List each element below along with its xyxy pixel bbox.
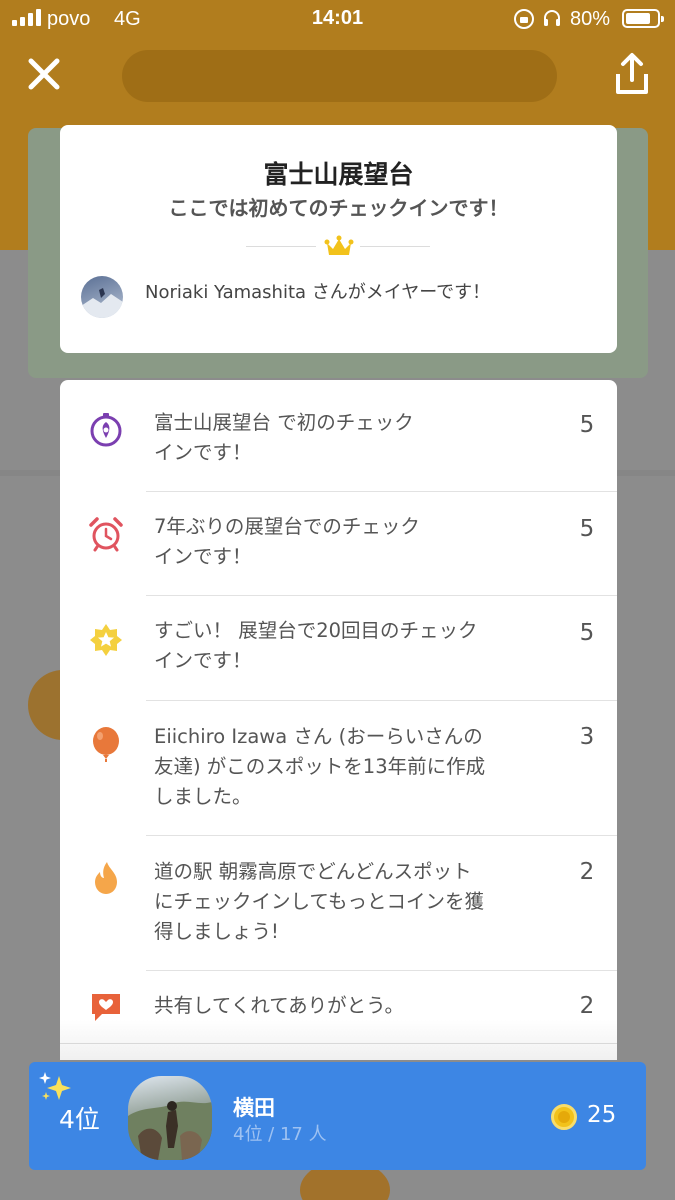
close-icon[interactable] — [22, 52, 66, 96]
battery-percent: 80% — [570, 8, 611, 30]
venue-title: 富士山展望台 — [263, 160, 414, 189]
battery-icon — [622, 9, 664, 28]
rotation-lock-icon — [514, 9, 534, 29]
coin-icon — [551, 1104, 577, 1130]
venue-card: 富士山展望台 ここでは初めてのチェックインです！ Noriaki Yamashi… — [60, 125, 617, 353]
crown-icon — [324, 235, 354, 255]
list-item-text: インです！ — [154, 545, 252, 568]
list-item-text: にチェックインしてもっとコインを獲 — [154, 890, 484, 913]
list-item-text: Eiichiro Izawa さん (おーらいさんの — [154, 725, 483, 748]
status-bar: povo 4G 14:01 80% — [0, 0, 675, 40]
list-item-text: インです！ — [154, 441, 252, 464]
divider — [360, 246, 430, 247]
list-item-text: 得しましょう! — [154, 920, 279, 943]
list-item-points: 5 — [579, 620, 595, 646]
bonus-list: 富士山展望台 で初のチェック インです！ 5 7年ぶりの展望台でのチェック イン… — [60, 380, 617, 1060]
list-item-text: 富士山展望台 で初のチェック — [154, 411, 414, 434]
list-item-text: 友達) がこのスポットを13年前に作成 — [154, 755, 486, 778]
background-search-bar — [122, 50, 557, 102]
list-item: すごい！ 展望台で20回目のチェック インです！ 5 — [60, 596, 617, 701]
list-item-text: インです！ — [154, 649, 252, 672]
share-icon[interactable] — [610, 52, 654, 98]
list-item-text: しました。 — [154, 785, 252, 808]
mayor-text: Noriaki Yamashita さんがメイヤーです！ — [145, 282, 491, 303]
list-item-text: 道の駅 朝霧高原でどんどんスポット — [154, 860, 472, 883]
list-item: 富士山展望台 で初のチェック インです！ 5 — [60, 380, 617, 492]
scroll-fade — [60, 1020, 617, 1060]
rank-label: 4位 — [59, 1105, 100, 1134]
list-item-points: 3 — [579, 724, 595, 750]
balloon-icon — [93, 727, 119, 762]
list-item-text: すごい！ 展望台で20回目のチェック — [154, 619, 478, 642]
list-item-points: 5 — [579, 516, 595, 542]
compass-icon — [90, 413, 122, 447]
first-checkin-message: ここでは初めてのチェックインです！ — [168, 196, 509, 220]
user-avatar[interactable] — [128, 1076, 212, 1160]
rank-detail: 4位 / 17 人 — [233, 1124, 327, 1145]
alarm-clock-icon — [89, 517, 123, 552]
divider — [246, 246, 316, 247]
divider — [60, 1043, 617, 1044]
user-name: 横田 — [233, 1096, 275, 1120]
coin-count: 25 — [587, 1102, 617, 1128]
list-item-text: 共有してくれてありがとう。 — [154, 994, 404, 1017]
list-item-points: 2 — [579, 993, 595, 1019]
headphones-icon — [544, 10, 560, 26]
list-item-points: 2 — [579, 859, 595, 885]
list-item: 道の駅 朝霧高原でどんどんスポット にチェックインしてもっとコインを獲 得しまし… — [60, 835, 617, 971]
mayor-avatar[interactable] — [81, 276, 123, 318]
list-item-text: 7年ぶりの展望台でのチェック — [154, 515, 420, 538]
list-item-points: 5 — [579, 412, 595, 438]
list-item: Eiichiro Izawa さん (おーらいさんの 友達) がこのスポットを1… — [60, 700, 617, 836]
star-badge-icon — [90, 624, 122, 656]
list-item: 7年ぶりの展望台でのチェック インです！ 5 — [60, 492, 617, 596]
leaderboard-rank-bar[interactable]: 4位 横田 4位 / 17 人 25 — [29, 1062, 646, 1170]
flame-icon — [95, 862, 117, 894]
